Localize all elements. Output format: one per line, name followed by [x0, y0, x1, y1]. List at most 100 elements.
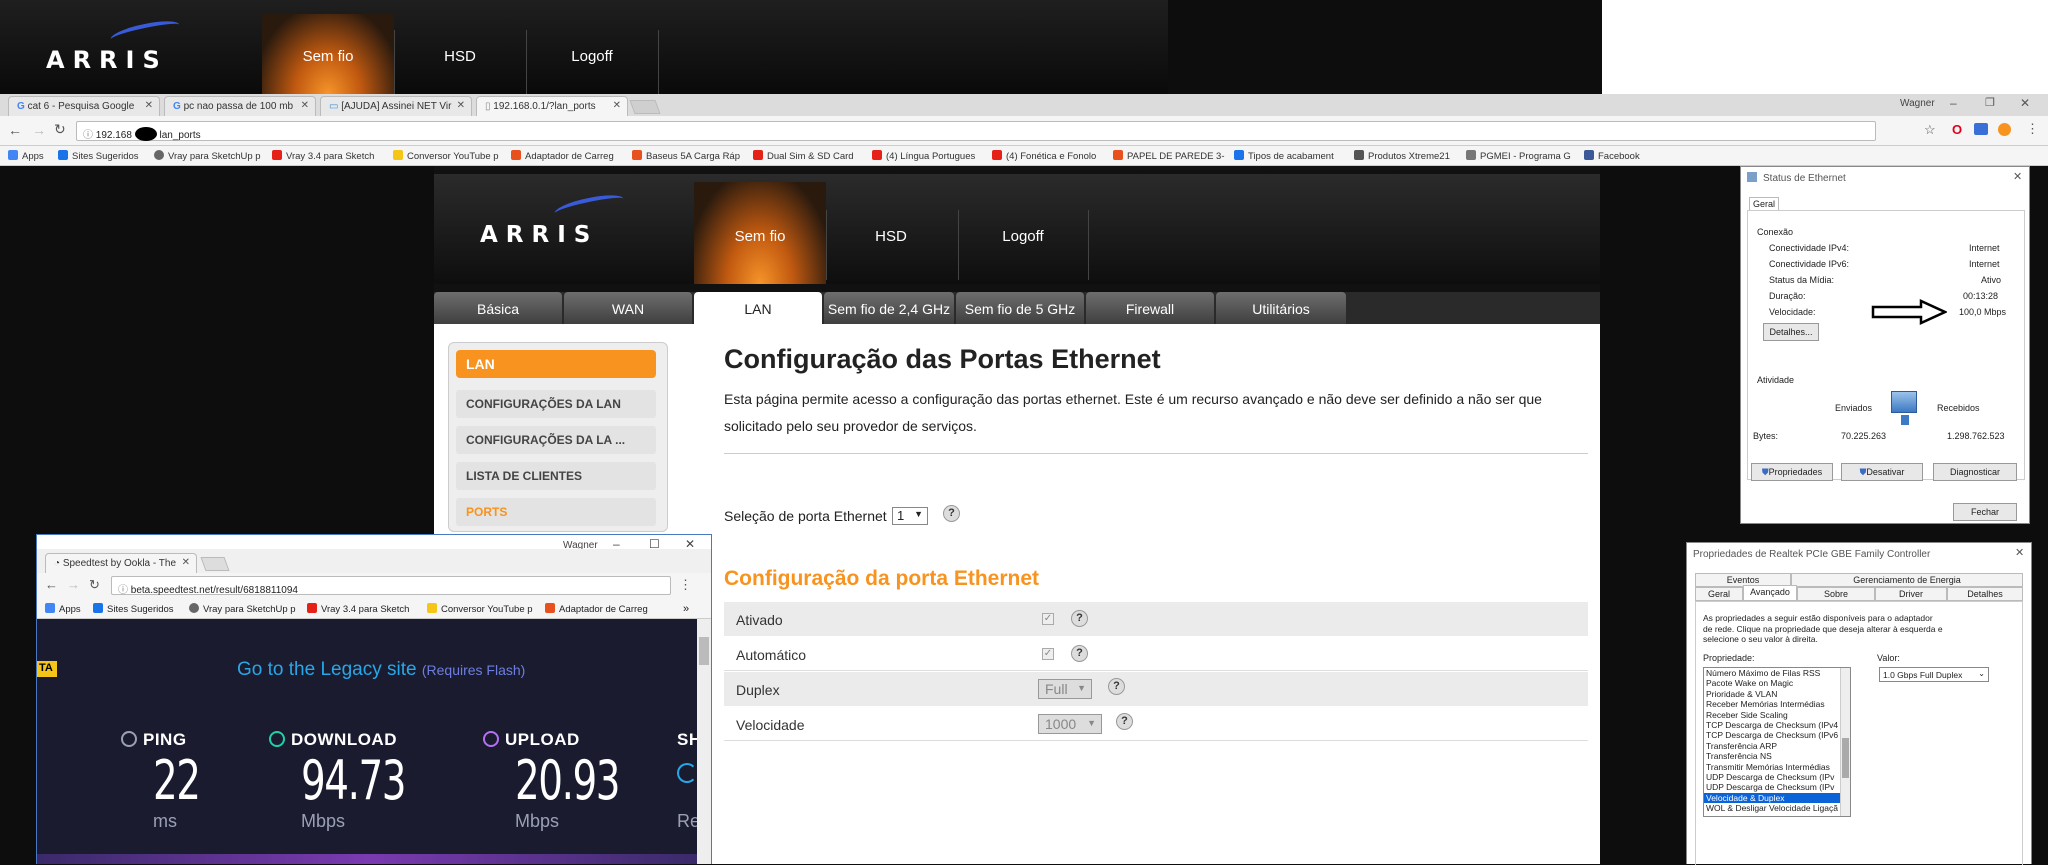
- scrollbar[interactable]: [1840, 668, 1850, 816]
- reload-icon[interactable]: ↻: [89, 577, 100, 593]
- share-link-icon[interactable]: [677, 763, 697, 783]
- bookmark-item[interactable]: Baseus 5A Carga Ráp: [632, 150, 740, 162]
- sidebar-item-lista-clientes[interactable]: LISTA DE CLIENTES: [456, 462, 656, 490]
- bookmark-item[interactable]: Sites Sugeridos: [58, 150, 139, 162]
- sidebar-item-configuracoes-lan[interactable]: CONFIGURAÇÕES DA LAN: [456, 390, 656, 418]
- bookmark-item[interactable]: Vray para SketchUp p: [154, 150, 261, 162]
- scrollbar-thumb[interactable]: [699, 637, 709, 665]
- tab-detalhes[interactable]: Detalhes: [1947, 587, 2023, 601]
- back-icon[interactable]: ←: [45, 577, 58, 592]
- list-item[interactable]: UDP Descarga de Checksum (IPv: [1704, 772, 1850, 782]
- bookmark-item[interactable]: PAPEL DE PAREDE 3-: [1113, 150, 1225, 162]
- bookmark-item[interactable]: Facebook: [1584, 150, 1640, 162]
- help-icon[interactable]: ?: [1108, 678, 1125, 695]
- bookmark-star-icon[interactable]: ☆: [1924, 122, 1936, 138]
- legacy-site-link[interactable]: Go to the Legacy site (Requires Flash): [237, 659, 525, 681]
- menu-icon[interactable]: ⋮: [2026, 121, 2039, 137]
- bookmark-item[interactable]: Tipos de acabament: [1234, 150, 1334, 162]
- tab-sobre[interactable]: Sobre: [1797, 587, 1875, 601]
- more-bookmarks-icon[interactable]: »: [683, 603, 689, 615]
- header-tab-logoff[interactable]: Logoff: [958, 228, 1088, 245]
- sidebar-item-configuracoes-la-2[interactable]: CONFIGURAÇÕES DA LA ...: [456, 426, 656, 454]
- list-item[interactable]: TCP Descarga de Checksum (IPv6: [1704, 730, 1850, 740]
- list-item[interactable]: UDP Descarga de Checksum (IPv: [1704, 782, 1850, 792]
- property-listbox[interactable]: Número Máximo de Filas RSS Pacote Wake o…: [1703, 667, 1851, 817]
- bookmark-item[interactable]: Adaptador de Carreg: [545, 603, 648, 615]
- bookmark-item[interactable]: Adaptador de Carreg: [511, 150, 614, 162]
- address-bar[interactable]: ⓘ beta.speedtest.net/result/6818811094: [111, 576, 671, 596]
- bookmark-item[interactable]: Apps: [45, 603, 81, 615]
- tab-geral[interactable]: Geral: [1695, 587, 1743, 601]
- tab-utilitarios[interactable]: Utilitários: [1216, 292, 1346, 324]
- bookmark-item[interactable]: Dual Sim & SD Card: [753, 150, 854, 162]
- tab-firewall[interactable]: Firewall: [1086, 292, 1214, 324]
- close-icon[interactable]: ✕: [2015, 546, 2024, 559]
- help-icon[interactable]: ?: [1071, 645, 1088, 662]
- forward-icon[interactable]: →: [67, 577, 80, 592]
- profile-name[interactable]: Wagner: [1900, 98, 1935, 109]
- tab-gerenciamento-energia[interactable]: Gerenciamento de Energia: [1791, 573, 2023, 587]
- help-icon[interactable]: ?: [943, 505, 960, 522]
- list-item[interactable]: Prioridade & VLAN: [1704, 689, 1850, 699]
- tab-lan[interactable]: LAN: [694, 292, 822, 324]
- new-tab-button[interactable]: [200, 557, 230, 571]
- forward-icon[interactable]: →: [32, 122, 46, 138]
- translate-icon[interactable]: [1974, 123, 1988, 135]
- value-select[interactable]: 1.0 Gbps Full Duplex ⌄: [1879, 667, 1989, 682]
- automatico-checkbox[interactable]: ✓: [1042, 648, 1054, 660]
- list-item[interactable]: Pacote Wake on Magic: [1704, 678, 1850, 688]
- extension-icon[interactable]: [1998, 123, 2011, 136]
- header-tab-sem-fio[interactable]: Sem fio: [694, 182, 826, 284]
- scrollbar-thumb[interactable]: [1842, 738, 1849, 778]
- browser-tab[interactable]: G pc nao passa de 100 mb ✕: [164, 96, 316, 116]
- diagnose-button[interactable]: Diagnosticar: [1933, 463, 2017, 481]
- help-icon[interactable]: ?: [1116, 713, 1133, 730]
- top-tab-hsd[interactable]: HSD: [394, 48, 526, 65]
- bookmark-item[interactable]: Vray 3.4 para Sketch: [307, 603, 409, 615]
- reload-icon[interactable]: ↻: [54, 121, 66, 138]
- bookmark-item[interactable]: Produtos Xtreme21: [1354, 150, 1450, 162]
- scrollbar[interactable]: [697, 619, 711, 864]
- list-item[interactable]: TCP Descarga de Checksum (IPv4: [1704, 720, 1850, 730]
- bookmark-item[interactable]: Vray 3.4 para Sketch: [272, 150, 374, 162]
- list-item[interactable]: WOL & Desligar Velocidade Ligaçã: [1704, 803, 1850, 813]
- bookmark-item[interactable]: Sites Sugeridos: [93, 603, 174, 615]
- restore-icon[interactable]: ❐: [1985, 96, 1995, 109]
- list-item[interactable]: Receber Side Scaling: [1704, 710, 1850, 720]
- list-item[interactable]: Transferência ARP: [1704, 741, 1850, 751]
- ativado-checkbox[interactable]: ✓: [1042, 613, 1054, 625]
- bookmark-item[interactable]: Conversor YouTube p: [427, 603, 533, 615]
- sidebar-item-ports[interactable]: PORTS: [456, 498, 656, 526]
- list-item[interactable]: Número Máximo de Filas RSS: [1704, 668, 1850, 678]
- back-icon[interactable]: ←: [8, 122, 22, 138]
- duplex-select[interactable]: Full ▼: [1038, 679, 1092, 699]
- bookmark-item[interactable]: Vray para SketchUp p: [189, 603, 296, 615]
- bookmark-item[interactable]: (4) Língua Portugues: [872, 150, 975, 162]
- minimize-icon[interactable]: –: [1950, 96, 1957, 110]
- browser-tab[interactable]: G cat 6 - Pesquisa Google ✕: [8, 96, 160, 116]
- tab-geral[interactable]: Geral: [1749, 197, 1779, 211]
- list-item[interactable]: Receber Memórias Intermédias: [1704, 699, 1850, 709]
- close-icon[interactable]: ✕: [145, 100, 153, 111]
- close-window-icon[interactable]: ✕: [2020, 96, 2030, 110]
- close-icon[interactable]: ✕: [182, 557, 190, 568]
- list-item[interactable]: Transmitir Memórias Intermédias: [1704, 762, 1850, 772]
- header-tab-hsd[interactable]: HSD: [826, 228, 956, 245]
- top-tab-sem-fio[interactable]: Sem fio: [262, 14, 394, 94]
- close-icon[interactable]: ✕: [457, 100, 465, 111]
- browser-tab-active[interactable]: ▯ 192.168.0.1/?lan_ports ✕: [476, 96, 628, 116]
- tab-sem-fio-24[interactable]: Sem fio de 2,4 GHz: [824, 292, 954, 324]
- bookmark-item[interactable]: Conversor YouTube p: [393, 150, 499, 162]
- browser-tab[interactable]: ▭ [AJUDA] Assinei NET Vir ✕: [320, 96, 472, 116]
- address-bar[interactable]: ⓘ 192.168 lan_ports: [76, 121, 1876, 141]
- browser-tab-active[interactable]: ◔ Speedtest by Ookla - The ✕: [45, 553, 197, 573]
- tab-driver[interactable]: Driver: [1875, 587, 1947, 601]
- list-item-selected[interactable]: Velocidade & Duplex: [1704, 792, 1850, 804]
- bookmark-item[interactable]: PGMEI - Programa G: [1466, 150, 1571, 162]
- top-tab-logoff[interactable]: Logoff: [526, 48, 658, 65]
- bookmark-item[interactable]: (4) Fonética e Fonolo: [992, 150, 1096, 162]
- close-icon[interactable]: ✕: [301, 100, 309, 111]
- help-icon[interactable]: ?: [1071, 610, 1088, 627]
- details-button[interactable]: Detalhes...: [1763, 323, 1819, 341]
- disable-button[interactable]: ⛊Desativar: [1841, 463, 1923, 481]
